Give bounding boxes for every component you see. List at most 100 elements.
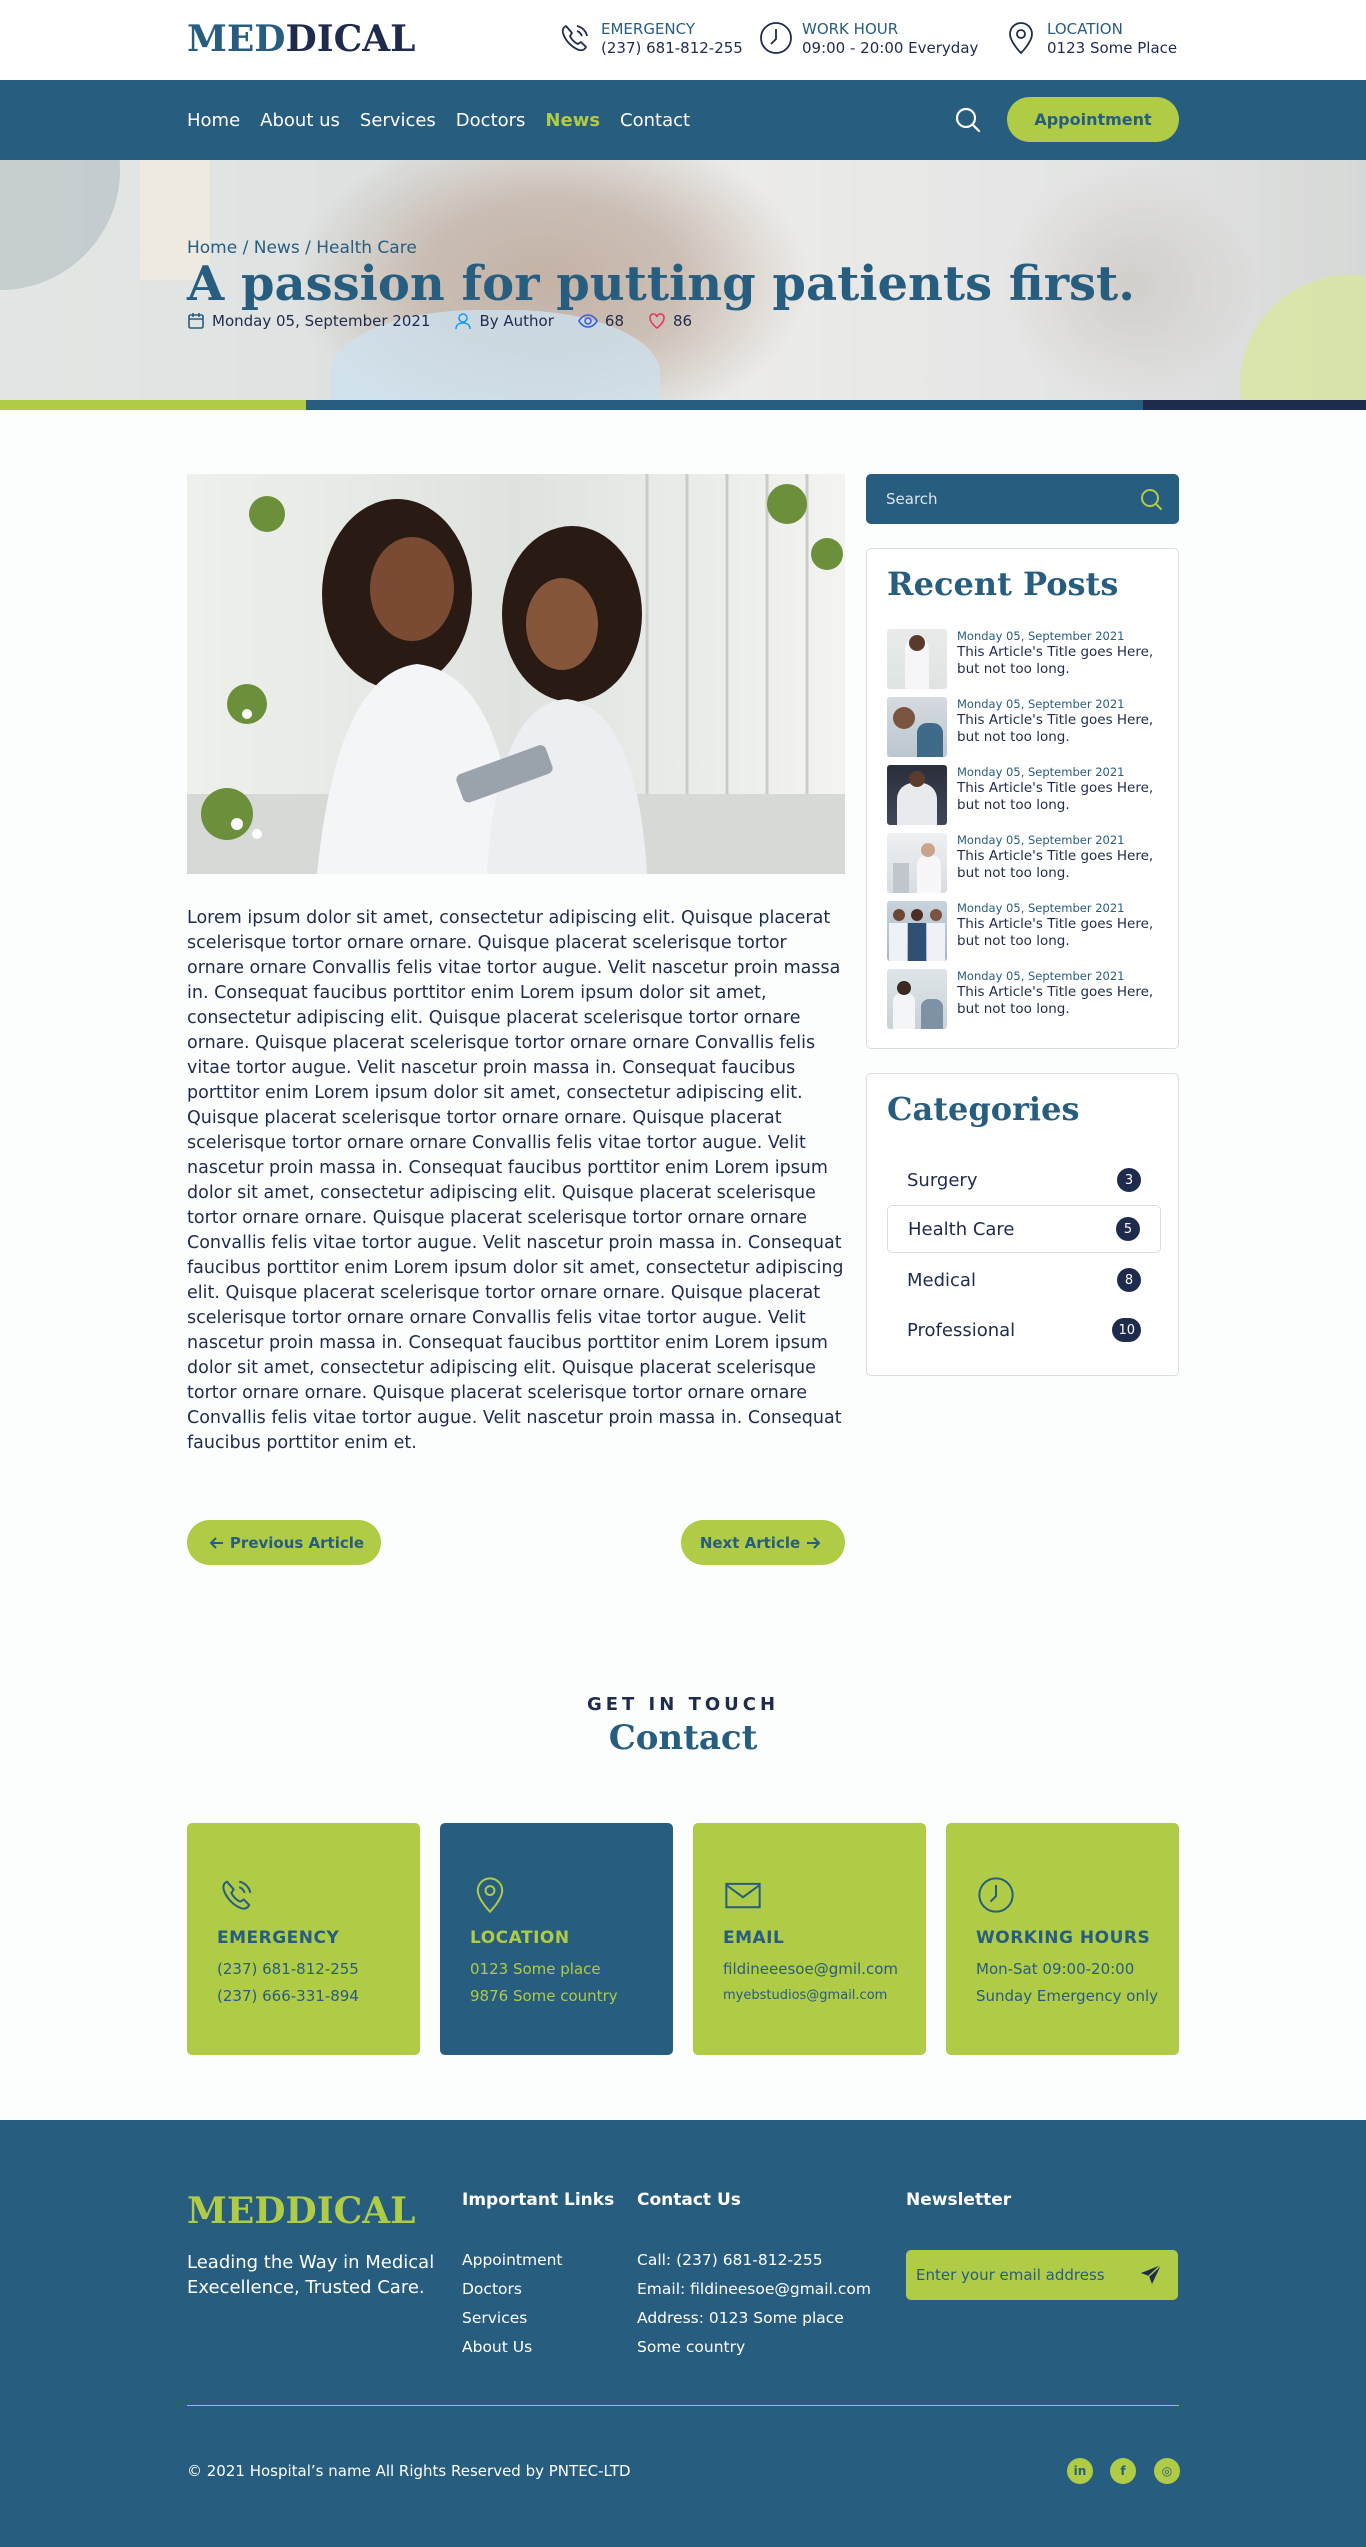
sidebar-search [866, 474, 1179, 524]
mail-icon [725, 1882, 761, 1909]
post-date: Monday 05, September 2021 [957, 833, 1125, 847]
newsletter-email-input[interactable] [906, 2250, 1126, 2300]
emergency-label: EMERGENCY [601, 20, 696, 38]
card-line: (237) 681-812-255 [217, 1960, 359, 1978]
post-title: This Article's Title goes Here, but not … [957, 712, 1154, 745]
contact-card-hours: WORKING HOURS Mon-Sat 09:00-20:00 Sunday… [946, 1823, 1179, 2055]
post-date: Monday 05, September 2021 [957, 629, 1125, 643]
post-views: 68 [578, 312, 624, 330]
recent-post-1[interactable]: Monday 05, September 2021 This Article's … [887, 629, 1162, 689]
recent-posts-box: Recent Posts Monday 05, September 2021 Th… [866, 548, 1179, 1049]
footer-newsletter-title: Newsletter [906, 2190, 1012, 2210]
page-title: A passion for putting patients first. [187, 256, 1135, 312]
card-line: Sunday Emergency only [976, 1987, 1158, 2005]
category-count: 10 [1112, 1318, 1141, 1342]
instagram-icon[interactable]: ◎ [1154, 2458, 1180, 2484]
hero-bar-accent [0, 400, 306, 410]
top-location: LOCATION 0123 Some Place [1003, 20, 1177, 58]
recent-post-5[interactable]: Monday 05, September 2021 This Article's … [887, 901, 1162, 961]
article-photo [187, 474, 845, 874]
categories-title: Categories [887, 1090, 1080, 1128]
recent-post-3[interactable]: Monday 05, September 2021 This Article's … [887, 765, 1162, 825]
post-thumbnail [887, 833, 947, 893]
card-line[interactable]: myebstudios@gmail.com [723, 1986, 887, 2006]
previous-article-label: Previous Article [229, 1533, 365, 1552]
category-health-care[interactable]: Health Care 5 [887, 1205, 1161, 1253]
nav-item-doctors[interactable]: Doctors [456, 110, 526, 131]
heart-icon [649, 313, 665, 329]
post-author-text: By Author [479, 312, 554, 330]
footer-logo[interactable]: MEDDICAL [187, 2190, 415, 2232]
post-author: By Author [454, 312, 554, 330]
hero-banner: Home / News / Health Care A passion for … [0, 160, 1366, 410]
nav-item-news[interactable]: News [545, 110, 600, 131]
card-line: 0123 Some place [470, 1960, 601, 1978]
post-date: Monday 05, September 2021 [187, 312, 430, 330]
post-thumbnail [887, 697, 947, 757]
category-surgery[interactable]: Surgery 3 [887, 1156, 1161, 1204]
location-icon [1009, 22, 1033, 55]
search-icon[interactable] [1139, 487, 1163, 511]
footer-divider [187, 2405, 1179, 2406]
send-icon[interactable] [1140, 2264, 1162, 2286]
clock-icon [760, 22, 792, 54]
post-title: This Article's Title goes Here, but not … [957, 848, 1154, 881]
category-count: 5 [1116, 1217, 1140, 1241]
location-value: 0123 Some Place [1047, 39, 1178, 57]
card-title: EMERGENCY [217, 1928, 340, 1948]
footer-links-title: Important Links [462, 2190, 615, 2210]
previous-article-button[interactable]: Previous Article [187, 1520, 381, 1565]
card-line: (237) 666-331-894 [217, 1987, 359, 2005]
logo-part1: MED [187, 18, 286, 60]
post-date: Monday 05, September 2021 [957, 969, 1125, 983]
location-label: LOCATION [1047, 20, 1123, 38]
post-title: This Article's Title goes Here, but not … [957, 916, 1154, 949]
category-professional[interactable]: Professional 10 [887, 1306, 1161, 1354]
post-thumbnail [887, 969, 947, 1029]
nav-item-about[interactable]: About us [260, 110, 340, 131]
facebook-icon[interactable]: f [1110, 2458, 1136, 2484]
linkedin-icon[interactable]: in [1067, 2458, 1093, 2484]
next-article-button[interactable]: Next Article [681, 1520, 845, 1565]
footer-link-appointment[interactable]: Appointment [462, 2251, 563, 2269]
search-input[interactable] [866, 474, 1126, 524]
recent-post-2[interactable]: Monday 05, September 2021 This Article's … [887, 697, 1162, 757]
breadcrumb[interactable]: Home / News / Health Care [187, 238, 417, 258]
post-likes: 86 [648, 312, 692, 330]
post-date: Monday 05, September 2021 [957, 697, 1125, 711]
card-title: EMAIL [723, 1928, 785, 1948]
recent-posts-title: Recent Posts [887, 565, 1119, 603]
footer-link-doctors[interactable]: Doctors [462, 2280, 522, 2298]
contact-eyebrow: GET IN TOUCH [586, 1694, 780, 1715]
calendar-icon [188, 313, 204, 329]
category-count: 3 [1117, 1168, 1141, 1192]
post-thumbnail [887, 901, 947, 961]
top-emergency: EMERGENCY (237) 681-812-255 [557, 20, 743, 58]
newsletter-form [906, 2250, 1178, 2300]
search-icon[interactable] [954, 106, 982, 134]
appointment-button[interactable]: Appointment [1007, 97, 1179, 142]
category-medical[interactable]: Medical 8 [887, 1256, 1161, 1304]
contact-card-location: LOCATION 0123 Some place 9876 Some count… [440, 1823, 673, 2055]
article-image [187, 474, 845, 874]
nav-item-contact[interactable]: Contact [620, 110, 690, 131]
footer-link-services[interactable]: Services [462, 2309, 527, 2327]
logo[interactable]: MEDDICAL [187, 18, 415, 60]
hero-color-bar [0, 400, 1366, 410]
phone-icon [222, 1880, 252, 1910]
nav-item-home[interactable]: Home [187, 110, 240, 131]
location-icon [476, 1877, 504, 1914]
card-line: 9876 Some country [470, 1987, 618, 2005]
category-label: Health Care [908, 1218, 1015, 1240]
footer: MEDDICAL Leading the Way in Medical Exec… [0, 2120, 1366, 2547]
clock-icon [978, 1877, 1014, 1913]
recent-post-4[interactable]: Monday 05, September 2021 This Article's … [887, 833, 1162, 893]
footer-link-about[interactable]: About Us [462, 2338, 532, 2356]
card-line[interactable]: fildineeesoe@gmil.com [723, 1959, 898, 1979]
user-icon [455, 313, 472, 330]
card-title: LOCATION [470, 1928, 570, 1948]
eye-icon [578, 314, 598, 328]
top-workhour: WORK HOUR 09:00 - 20:00 Everyday [758, 20, 978, 58]
nav-item-services[interactable]: Services [360, 110, 436, 131]
recent-post-6[interactable]: Monday 05, September 2021 This Article's … [887, 969, 1162, 1029]
